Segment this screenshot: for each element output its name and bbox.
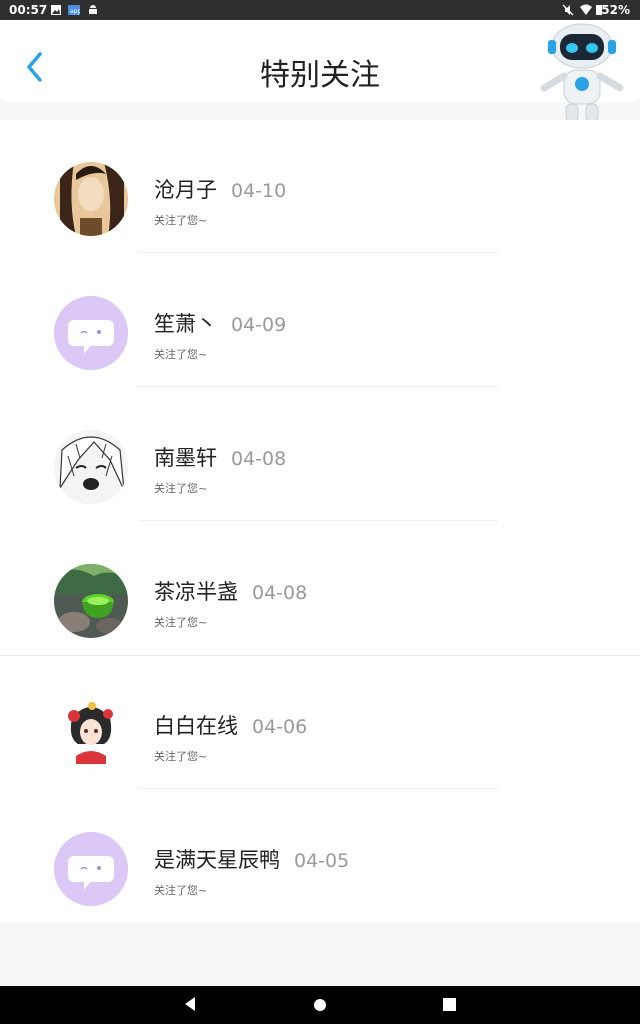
follow-status: 关注了您~ <box>154 884 208 897</box>
green-tea-avatar[interactable] <box>54 564 128 638</box>
follow-status: 关注了您~ <box>154 348 208 361</box>
divider <box>138 252 498 253</box>
list-item[interactable]: 沧月子 04-10 关注了您~ <box>0 120 640 254</box>
list-item[interactable]: 笙萧丶 04-09 关注了您~ <box>0 254 640 388</box>
list-item[interactable]: 是满天星辰鸭 04-05 关注了您~ <box>0 790 640 924</box>
battery-level: 52% <box>601 3 630 17</box>
divider <box>138 386 498 387</box>
divider <box>138 788 498 789</box>
app-notification-icon: app <box>68 5 80 15</box>
status-bar: 00:57 app 52% <box>0 0 640 20</box>
follow-date: 04-06 <box>252 716 308 738</box>
back-nav-icon[interactable] <box>184 996 196 1012</box>
svg-text:app: app <box>70 8 80 15</box>
follow-date: 04-08 <box>231 448 287 470</box>
default-chat-avatar[interactable] <box>54 296 128 370</box>
home-nav-icon[interactable] <box>313 998 327 1012</box>
wifi-icon <box>580 4 592 15</box>
follower-name: 是满天星辰鸭 04-05 <box>154 848 350 872</box>
follower-name: 白白在线 04-06 <box>154 714 308 738</box>
recents-nav-icon[interactable] <box>443 998 456 1011</box>
mute-icon <box>562 4 574 16</box>
follow-date: 04-10 <box>231 180 287 202</box>
follow-status: 关注了您~ <box>154 750 208 763</box>
follower-name: 沧月子 04-10 <box>154 178 287 202</box>
follower-name: 南墨轩 04-08 <box>154 446 287 470</box>
follower-name: 茶凉半盏 04-08 <box>154 580 308 604</box>
divider <box>138 520 498 521</box>
painting-avatar[interactable] <box>54 162 128 236</box>
image-notification-icon <box>51 5 61 15</box>
system-nav-bar <box>0 986 640 1024</box>
list-item[interactable]: 茶凉半盏 04-08 关注了您~ <box>0 522 640 656</box>
anime-girl-avatar[interactable] <box>54 698 128 772</box>
follow-date: 04-05 <box>294 850 350 872</box>
default-chat-avatar[interactable] <box>54 832 128 906</box>
list-item[interactable]: 南墨轩 04-08 关注了您~ <box>0 388 640 522</box>
follow-status: 关注了您~ <box>154 214 208 227</box>
follower-list: 沧月子 04-10 关注了您~ 笙萧丶 04-09 关注了您~ 南墨轩 04-08 关… <box>0 120 640 923</box>
manga-crying-avatar[interactable] <box>54 430 128 504</box>
list-item[interactable]: 白白在线 04-06 关注了您~ <box>0 656 640 790</box>
follow-date: 04-08 <box>252 582 308 604</box>
follower-name: 笙萧丶 04-09 <box>154 312 287 336</box>
follow-status: 关注了您~ <box>154 616 208 629</box>
robot-mascot-icon[interactable] <box>536 22 628 126</box>
android-icon <box>89 5 97 14</box>
status-time: 00:57 <box>9 3 48 17</box>
follow-date: 04-09 <box>231 314 287 336</box>
follow-status: 关注了您~ <box>154 482 208 495</box>
